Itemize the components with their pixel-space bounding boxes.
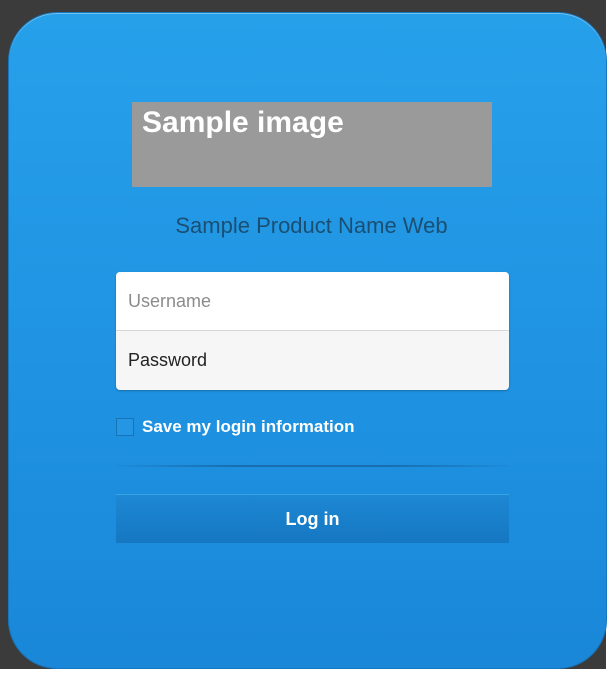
logo-text: Sample image [142,106,344,139]
password-input[interactable] [116,331,509,390]
save-login-option[interactable]: Save my login information [116,416,355,438]
login-button[interactable]: Log in [116,494,509,543]
credentials-fields [116,272,509,390]
username-input[interactable] [116,272,509,331]
login-card: Sample image Sample Product Name Web Sav… [9,13,606,668]
logo-image: Sample image [132,102,492,187]
backdrop-edge-bottom [0,669,609,673]
product-name: Sample Product Name Web [175,213,448,238]
unchecked-checkbox-icon[interactable] [116,418,134,436]
divider [116,465,509,467]
save-login-label: Save my login information [142,417,355,436]
